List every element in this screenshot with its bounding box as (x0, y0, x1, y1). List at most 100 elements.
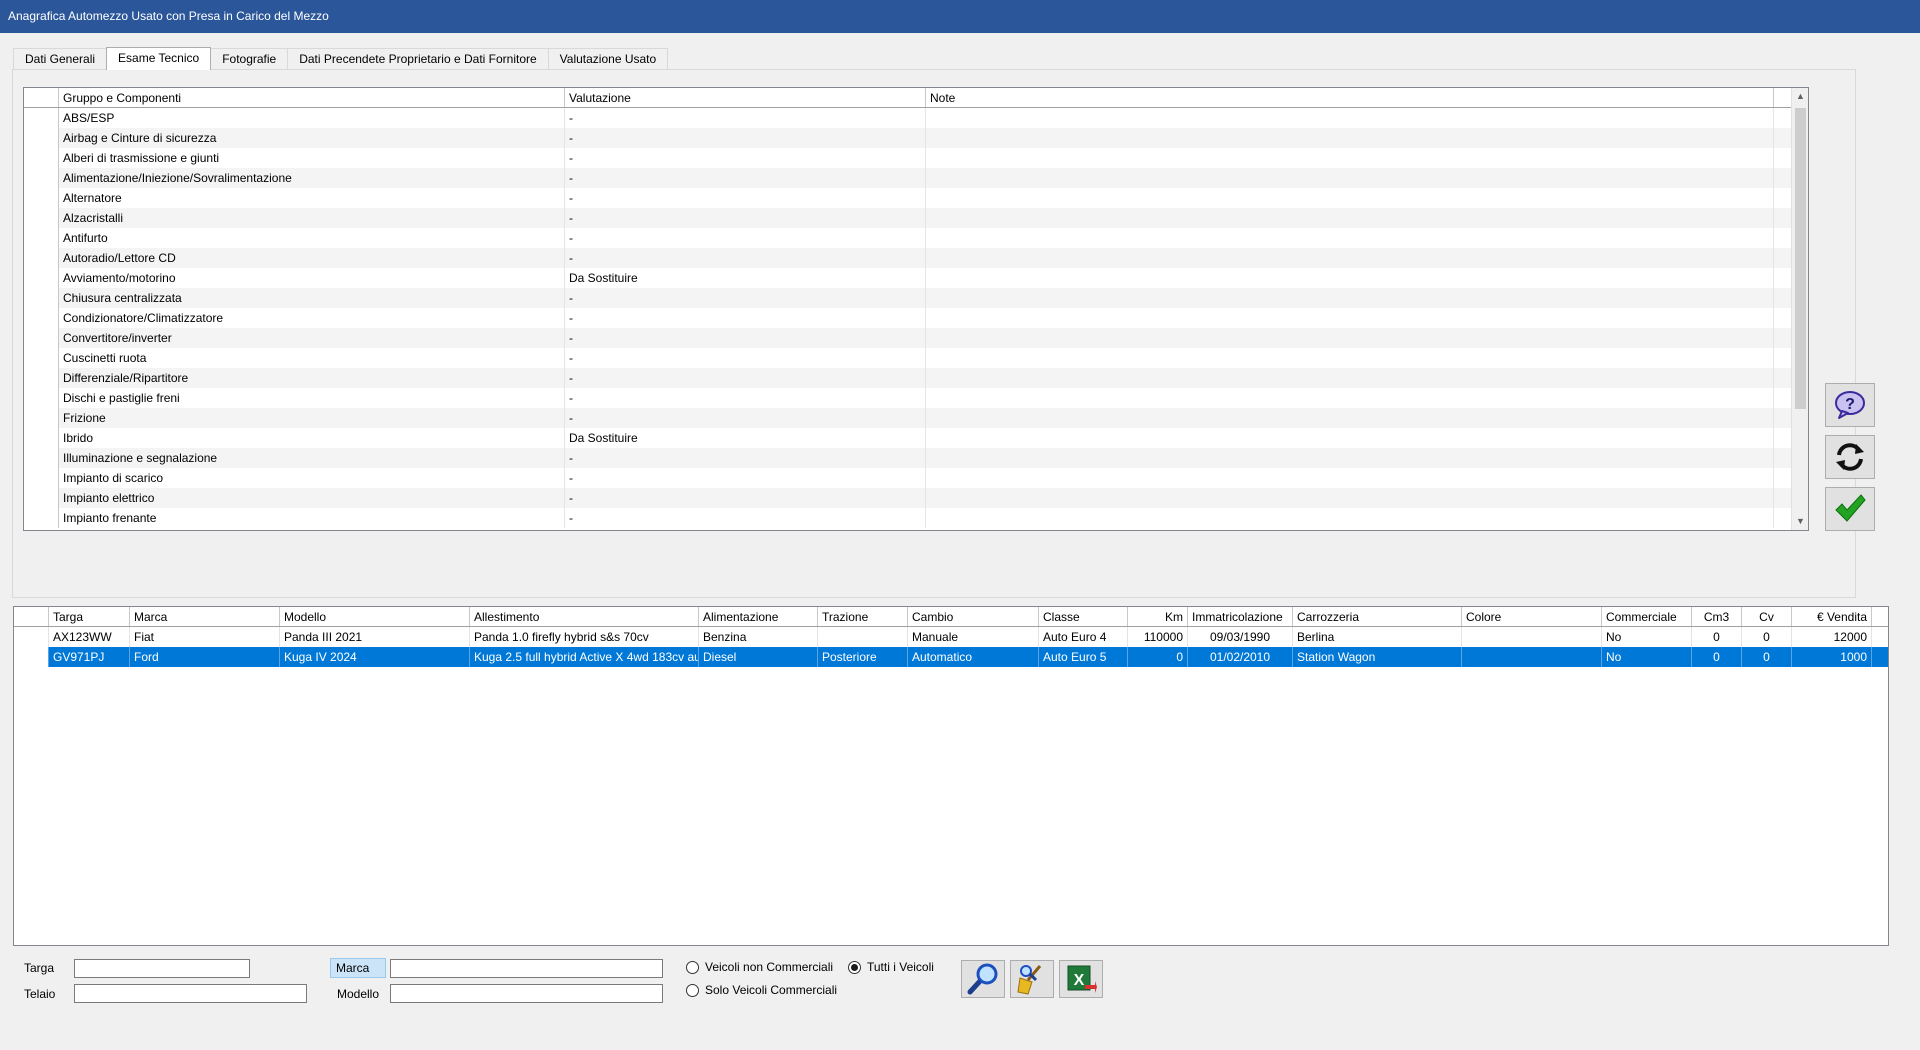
cell-group[interactable]: Cuscinetti ruota (59, 348, 565, 368)
row-selector[interactable] (24, 148, 59, 168)
column-header-targa[interactable]: Targa (49, 607, 130, 626)
cell-note[interactable] (926, 428, 1774, 448)
cell-group[interactable]: Condizionatore/Climatizzatore (59, 308, 565, 328)
cell-targa[interactable]: AX123WW (49, 627, 130, 647)
exam-row[interactable]: Alzacristalli - (24, 208, 1792, 228)
cell-alimentazione[interactable]: Diesel (699, 647, 818, 667)
exam-row[interactable]: ABS/ESP - (24, 108, 1792, 128)
row-selector[interactable] (14, 627, 49, 647)
exam-row[interactable]: Antifurto - (24, 228, 1792, 248)
cell-trazione[interactable]: Posteriore (818, 647, 908, 667)
column-header-allestimento[interactable]: Allestimento (470, 607, 699, 626)
row-selector[interactable] (24, 508, 59, 528)
exam-row[interactable]: Impianto di scarico - (24, 468, 1792, 488)
cell-note[interactable] (926, 388, 1774, 408)
cell-carrozzeria[interactable]: Station Wagon (1293, 647, 1462, 667)
cell-note[interactable] (926, 488, 1774, 508)
exam-row[interactable]: Convertitore/inverter - (24, 328, 1792, 348)
cell-group[interactable]: Impianto elettrico (59, 488, 565, 508)
tab-valutazione-usato[interactable]: Valutazione Usato (547, 48, 669, 69)
tab-dati-generali[interactable]: Dati Generali (13, 48, 108, 69)
column-header-note[interactable]: Note (926, 88, 1774, 107)
cell-rating[interactable]: - (565, 368, 926, 388)
cell-cv[interactable]: 0 (1742, 627, 1792, 647)
column-header-group[interactable]: Gruppo e Componenti (59, 88, 565, 107)
cell-group[interactable]: Dischi e pastiglie freni (59, 388, 565, 408)
exam-row[interactable]: Ibrido Da Sostituire (24, 428, 1792, 448)
cell-classe[interactable]: Auto Euro 4 (1039, 627, 1128, 647)
cell-rating[interactable]: - (565, 128, 926, 148)
scroll-up-icon[interactable]: ▲ (1792, 88, 1808, 105)
column-header-cambio[interactable]: Cambio (908, 607, 1039, 626)
cell-rating[interactable]: - (565, 468, 926, 488)
cell-rating[interactable]: - (565, 188, 926, 208)
row-selector[interactable] (24, 288, 59, 308)
cell-trazione[interactable] (818, 627, 908, 647)
radio-dot-selected[interactable] (848, 960, 861, 974)
cell-rating[interactable]: - (565, 348, 926, 368)
column-header-km[interactable]: Km (1128, 607, 1188, 626)
clear-filter-button[interactable] (1010, 960, 1054, 998)
exam-grid-scrollbar[interactable]: ▲ ▼ (1791, 88, 1808, 530)
column-header-vendita[interactable]: € Vendita (1792, 607, 1872, 626)
row-selector[interactable] (24, 208, 59, 228)
cell-rating[interactable]: - (565, 408, 926, 428)
column-header-carrozzeria[interactable]: Carrozzeria (1293, 607, 1462, 626)
cell-note[interactable] (926, 228, 1774, 248)
cell-alimentazione[interactable]: Benzina (699, 627, 818, 647)
row-selector[interactable] (24, 408, 59, 428)
radio-dot[interactable] (686, 960, 699, 974)
cell-commerciale[interactable]: No (1602, 627, 1692, 647)
row-selector[interactable] (24, 388, 59, 408)
radio-solo-veicoli-commerciali[interactable]: Solo Veicoli Commerciali (686, 983, 837, 997)
cell-rating[interactable]: - (565, 288, 926, 308)
exam-row[interactable]: Cuscinetti ruota - (24, 348, 1792, 368)
cell-note[interactable] (926, 208, 1774, 228)
cell-rating[interactable]: Da Sostituire (565, 268, 926, 288)
search-button[interactable] (961, 960, 1005, 998)
cell-marca[interactable]: Fiat (130, 627, 280, 647)
exam-row[interactable]: Alimentazione/Iniezione/Sovralimentazion… (24, 168, 1792, 188)
exam-row[interactable]: Avviamento/motorino Da Sostituire (24, 268, 1792, 288)
column-header-commerciale[interactable]: Commerciale (1602, 607, 1692, 626)
cell-note[interactable] (926, 508, 1774, 528)
row-selector[interactable] (24, 128, 59, 148)
cell-classe[interactable]: Auto Euro 5 (1039, 647, 1128, 667)
scroll-down-icon[interactable]: ▼ (1792, 513, 1808, 530)
cell-group[interactable]: Frizione (59, 408, 565, 428)
cell-rating[interactable]: Da Sostituire (565, 428, 926, 448)
row-selector[interactable] (24, 448, 59, 468)
row-selector[interactable] (24, 468, 59, 488)
scrollbar-thumb[interactable] (1795, 108, 1806, 409)
cell-rating[interactable]: - (565, 168, 926, 188)
cell-colore[interactable] (1462, 647, 1602, 667)
column-header-trazione[interactable]: Trazione (818, 607, 908, 626)
cell-group[interactable]: Impianto frenante (59, 508, 565, 528)
exam-row[interactable]: Dischi e pastiglie freni - (24, 388, 1792, 408)
row-selector[interactable] (14, 647, 49, 667)
vehicle-row[interactable]: AX123WW Fiat Panda III 2021 Panda 1.0 firef… (14, 627, 1888, 647)
cell-group[interactable]: Alberi di trasmissione e giunti (59, 148, 565, 168)
cell-note[interactable] (926, 288, 1774, 308)
column-header-rating[interactable]: Valutazione (565, 88, 926, 107)
column-header-colore[interactable]: Colore (1462, 607, 1602, 626)
cell-note[interactable] (926, 188, 1774, 208)
exam-row[interactable]: Alternatore - (24, 188, 1792, 208)
cell-modello[interactable]: Kuga IV 2024 (280, 647, 470, 667)
cell-group[interactable]: Impianto di scarico (59, 468, 565, 488)
column-header-cv[interactable]: Cv (1742, 607, 1792, 626)
radio-veicoli-non-commerciali[interactable]: Veicoli non Commerciali (686, 960, 833, 974)
cell-cambio[interactable]: Manuale (908, 627, 1039, 647)
column-header-marca[interactable]: Marca (130, 607, 280, 626)
cell-colore[interactable] (1462, 627, 1602, 647)
cell-group[interactable]: ABS/ESP (59, 108, 565, 128)
exam-row[interactable]: Frizione - (24, 408, 1792, 428)
tab-esame-tecnico[interactable]: Esame Tecnico (106, 47, 212, 70)
row-selector[interactable] (24, 168, 59, 188)
cell-carrozzeria[interactable]: Berlina (1293, 627, 1462, 647)
exam-row[interactable]: Condizionatore/Climatizzatore - (24, 308, 1792, 328)
cell-rating[interactable]: - (565, 208, 926, 228)
cell-rating[interactable]: - (565, 328, 926, 348)
cell-note[interactable] (926, 348, 1774, 368)
row-selector[interactable] (24, 308, 59, 328)
